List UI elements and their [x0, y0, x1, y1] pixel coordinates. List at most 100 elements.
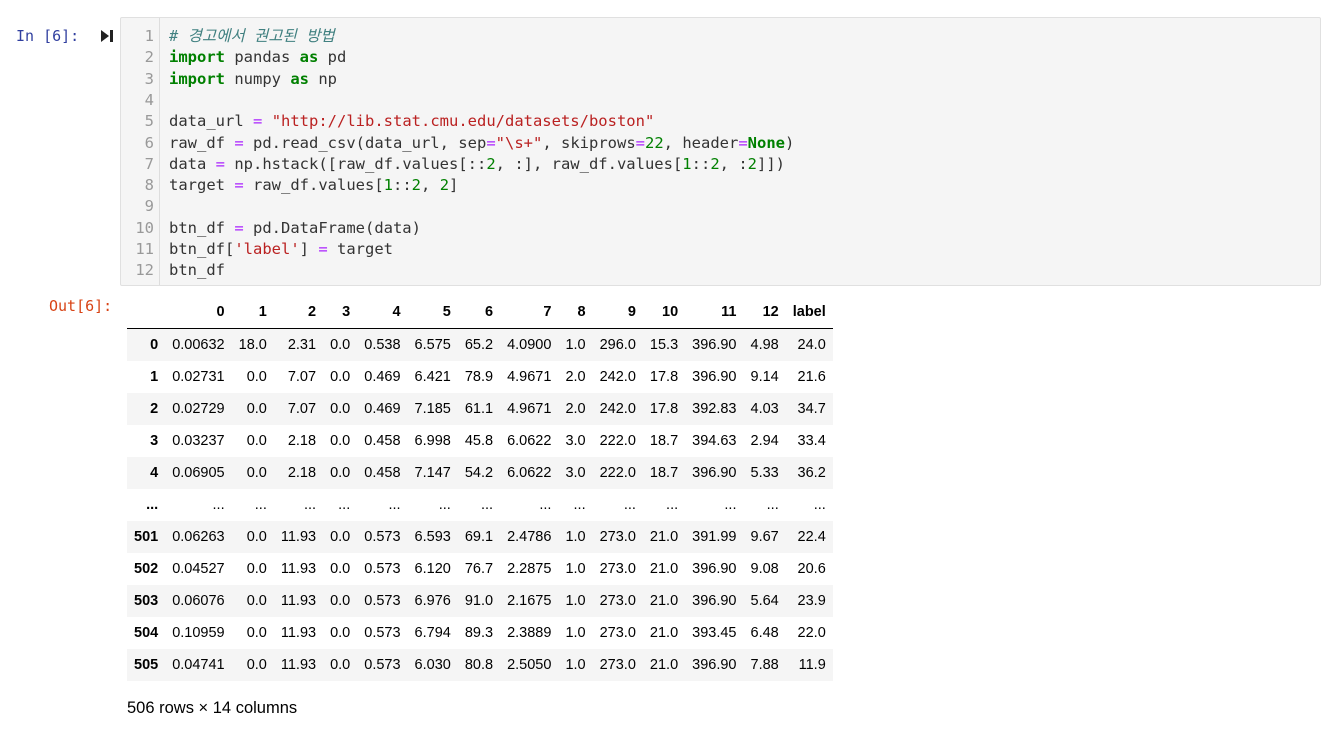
table-cell: 11.93	[280, 593, 317, 609]
code-token: target	[327, 240, 393, 258]
code-line[interactable]: 1 # 경고에서 권고된 방법	[121, 26, 1311, 47]
code-token: =	[486, 133, 496, 152]
table-row: 501 0.06263 0.0 11.93 0.0 0.573 6.593 69.1 2.478…	[127, 521, 833, 553]
code-line[interactable]: 7 data = np.hstack([raw_df.values[::2, :]…	[121, 154, 1311, 175]
table-cell: 4.98	[750, 337, 779, 353]
column-header	[127, 296, 166, 329]
code-token: np	[309, 69, 337, 88]
code-token: pd	[318, 48, 347, 67]
table-cell: 0.458	[364, 465, 401, 481]
column-header: 0	[165, 296, 232, 329]
table-cell: 396.90	[692, 465, 737, 481]
table-cell: 21.0	[649, 593, 679, 609]
table-cell: 391.99	[692, 529, 737, 545]
column-header: label	[785, 296, 833, 329]
code-line[interactable]: 12 btn_df	[121, 260, 1311, 281]
code-text: data_url = "http://lib.stat.cmu.edu/data…	[169, 111, 654, 132]
table-cell: 0.0	[330, 433, 351, 449]
table-cell: 21.0	[649, 561, 679, 577]
table-cell: 17.8	[649, 401, 679, 417]
table-cell: 15.3	[649, 337, 679, 353]
code-text: raw_df = pd.read_csv(data_url, sep="\s+"…	[169, 133, 794, 154]
table-cell: 1.0	[565, 337, 586, 353]
code-line[interactable]: 10 btn_df = pd.DataFrame(data)	[121, 218, 1311, 239]
table-cell: 273.0	[599, 529, 636, 545]
table-row: 3 0.03237 0.0 2.18 0.0 0.458 6.998 45.8 6.0622 3.…	[127, 425, 833, 457]
code-token: btn_df	[169, 218, 235, 237]
code-token: ]	[299, 240, 319, 258]
table-cell: 0.538	[364, 337, 401, 353]
table-cell: 22.4	[797, 529, 826, 545]
code-token: =	[318, 240, 328, 258]
table-cell: 7.07	[287, 369, 317, 385]
code-token: 1	[682, 154, 692, 173]
table-cell: 21.0	[649, 657, 679, 673]
table-cell: 222.0	[599, 465, 636, 481]
table-cell: 24.0	[797, 337, 826, 353]
code-line[interactable]: 8 target = raw_df.values[1::2, 2]	[121, 175, 1311, 196]
row-index: 4	[150, 465, 159, 481]
run-cell-icon[interactable]	[100, 28, 114, 44]
table-cell: 18.7	[649, 465, 679, 481]
table-cell: 6.593	[414, 529, 451, 545]
code-cell-editor[interactable]: 1 # 경고에서 권고된 방법 2 import pandas as pd 3 impor…	[120, 17, 1321, 286]
table-cell: 9.67	[750, 529, 779, 545]
code-token: =	[215, 154, 226, 173]
code-token: 'label'	[234, 240, 300, 258]
code-line[interactable]: 2 import pandas as pd	[121, 47, 1311, 68]
code-token: ,	[421, 176, 440, 195]
column-header: 9	[592, 296, 643, 329]
code-line[interactable]: 6 raw_df = pd.read_csv(data_url, sep="\s+…	[121, 133, 1311, 154]
table-cell: 2.2875	[507, 561, 552, 577]
table-row: 504 0.10959 0.0 11.93 0.0 0.573 6.794 89.3 2.388…	[127, 617, 833, 649]
code-token: pd.DataFrame(data)	[243, 218, 421, 237]
table-cell: 54.2	[464, 465, 494, 481]
column-header: 6	[457, 296, 501, 329]
table-cell: 0.02729	[172, 401, 225, 417]
table-cell: 0.0	[330, 561, 351, 577]
cell-output: 0 1 2 3 4 5 6 7 8 9 10 11 12 label 0 0.00632 18.0 2.31 0.…	[127, 296, 833, 681]
row-index: 501	[134, 529, 159, 545]
code-token: btn_df[	[169, 240, 235, 258]
table-cell: 394.63	[692, 433, 737, 449]
table-cell: ...	[338, 497, 351, 513]
code-line[interactable]: 3 import numpy as np	[121, 69, 1311, 90]
table-cell: 0.573	[364, 625, 401, 641]
code-token: 2	[486, 154, 496, 173]
table-cell: 273.0	[599, 561, 636, 577]
table-cell: 396.90	[692, 369, 737, 385]
table-cell: 7.147	[414, 465, 451, 481]
table-cell: 0.0	[246, 433, 267, 449]
code-line[interactable]: 11 btn_df['label'] = target	[121, 239, 1311, 260]
code-token: np.hstack([raw_df.values[::	[225, 154, 487, 173]
table-cell: 6.998	[414, 433, 451, 449]
table-row: 2 0.02729 0.0 7.07 0.0 0.469 7.185 61.1 4.9671 2.…	[127, 393, 833, 425]
table-cell: 222.0	[599, 433, 636, 449]
table-cell: 11.9	[798, 657, 826, 673]
column-header: 5	[407, 296, 458, 329]
table-row: 4 0.06905 0.0 2.18 0.0 0.458 7.147 54.2 6.0622 3.…	[127, 457, 833, 489]
row-index: 0	[150, 337, 159, 353]
table-cell: 273.0	[599, 657, 636, 673]
table-cell: 0.458	[364, 433, 401, 449]
code-line[interactable]: 5 data_url = "http://lib.stat.cmu.edu/dat…	[121, 111, 1311, 132]
table-cell: 1.0	[565, 657, 586, 673]
table-cell: 0.0	[330, 657, 351, 673]
table-cell: 0.04527	[172, 561, 225, 577]
output-prompt: Out[6]:	[49, 297, 113, 315]
code-token: ::	[393, 176, 412, 195]
code-token: ::	[691, 154, 711, 173]
table-cell: 0.469	[364, 401, 401, 417]
column-header: 7	[500, 296, 559, 329]
table-cell: 0.06263	[172, 529, 225, 545]
table-cell: 33.4	[797, 433, 826, 449]
code-line[interactable]: 4	[121, 90, 1311, 111]
table-cell: ...	[766, 497, 779, 513]
table-cell: 0.0	[246, 561, 267, 577]
table-cell: 2.0	[565, 401, 586, 417]
code-token: 2	[710, 154, 720, 173]
code-line[interactable]: 9	[121, 196, 1311, 217]
table-cell: 21.6	[797, 369, 826, 385]
code-text: import numpy as np	[169, 69, 337, 90]
table-cell: 0.0	[246, 401, 267, 417]
